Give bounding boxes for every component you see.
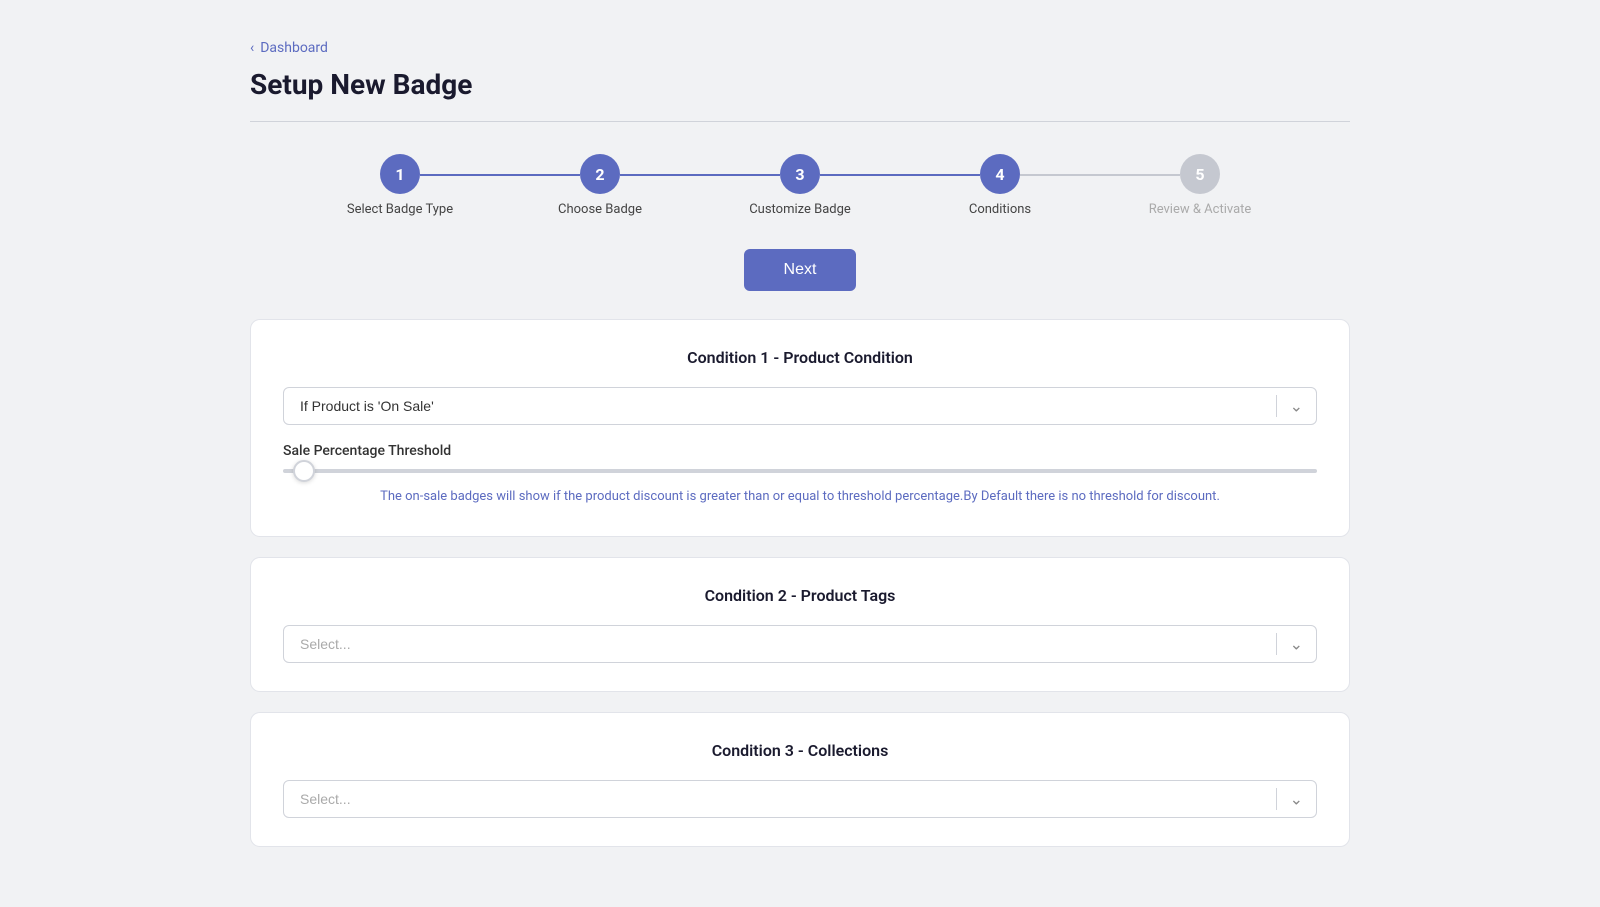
step-1: 1 Select Badge Type	[300, 154, 500, 217]
select-1-divider	[1276, 395, 1277, 417]
step-3-circle: 3	[780, 154, 820, 194]
breadcrumb-label: Dashboard	[260, 40, 328, 56]
page-container: ‹ Dashboard Setup New Badge 1 Select Bad…	[0, 0, 1600, 907]
select-2-divider	[1276, 633, 1277, 655]
condition-2-card: Condition 2 - Product Tags Select... ⌄	[250, 557, 1350, 692]
slider-hint: The on-sale badges will show if the prod…	[283, 487, 1317, 508]
condition-3-dropdown[interactable]: Select...	[283, 780, 1317, 818]
slider-track	[283, 469, 1317, 473]
breadcrumb[interactable]: ‹ Dashboard	[250, 40, 1350, 56]
condition-2-title: Condition 2 - Product Tags	[283, 586, 1317, 605]
step-1-label: Select Badge Type	[347, 202, 453, 217]
condition-2-dropdown[interactable]: Select...	[283, 625, 1317, 663]
step-2-circle: 2	[580, 154, 620, 194]
breadcrumb-arrow: ‹	[250, 40, 254, 56]
step-5-circle: 5	[1180, 154, 1220, 194]
next-btn-container: Next	[250, 249, 1350, 291]
title-divider	[250, 121, 1350, 122]
condition-3-title: Condition 3 - Collections	[283, 741, 1317, 760]
condition-2-select-wrapper: Select... ⌄	[283, 625, 1317, 663]
step-1-connector	[420, 174, 580, 176]
step-5: 5 Review & Activate	[1100, 154, 1300, 217]
condition-1-title: Condition 1 - Product Condition	[283, 348, 1317, 367]
condition-1-card: Condition 1 - Product Condition If Produ…	[250, 319, 1350, 537]
slider-container	[283, 469, 1317, 473]
condition-1-dropdown[interactable]: If Product is 'On Sale'	[283, 387, 1317, 425]
step-2-connector	[620, 174, 780, 176]
condition-3-card: Condition 3 - Collections Select... ⌄	[250, 712, 1350, 847]
step-5-label: Review & Activate	[1149, 202, 1252, 217]
step-3: 3 Customize Badge	[700, 154, 900, 217]
step-1-circle: 1	[380, 154, 420, 194]
condition-1-select-wrapper: If Product is 'On Sale' ⌄	[283, 387, 1317, 425]
page-title: Setup New Badge	[250, 68, 1350, 101]
step-4-circle: 4	[980, 154, 1020, 194]
slider-label: Sale Percentage Threshold	[283, 443, 1317, 459]
step-4-connector	[1020, 174, 1180, 176]
step-4: 4 Conditions	[900, 154, 1100, 217]
step-4-label: Conditions	[969, 202, 1031, 217]
next-button[interactable]: Next	[744, 249, 857, 291]
step-2: 2 Choose Badge	[500, 154, 700, 217]
slider-thumb[interactable]	[293, 460, 315, 482]
step-3-connector	[820, 174, 980, 176]
select-3-divider	[1276, 788, 1277, 810]
stepper: 1 Select Badge Type 2 Choose Badge 3 Cus…	[250, 154, 1350, 217]
condition-3-select-wrapper: Select... ⌄	[283, 780, 1317, 818]
step-2-label: Choose Badge	[558, 202, 642, 217]
step-3-label: Customize Badge	[749, 202, 851, 217]
